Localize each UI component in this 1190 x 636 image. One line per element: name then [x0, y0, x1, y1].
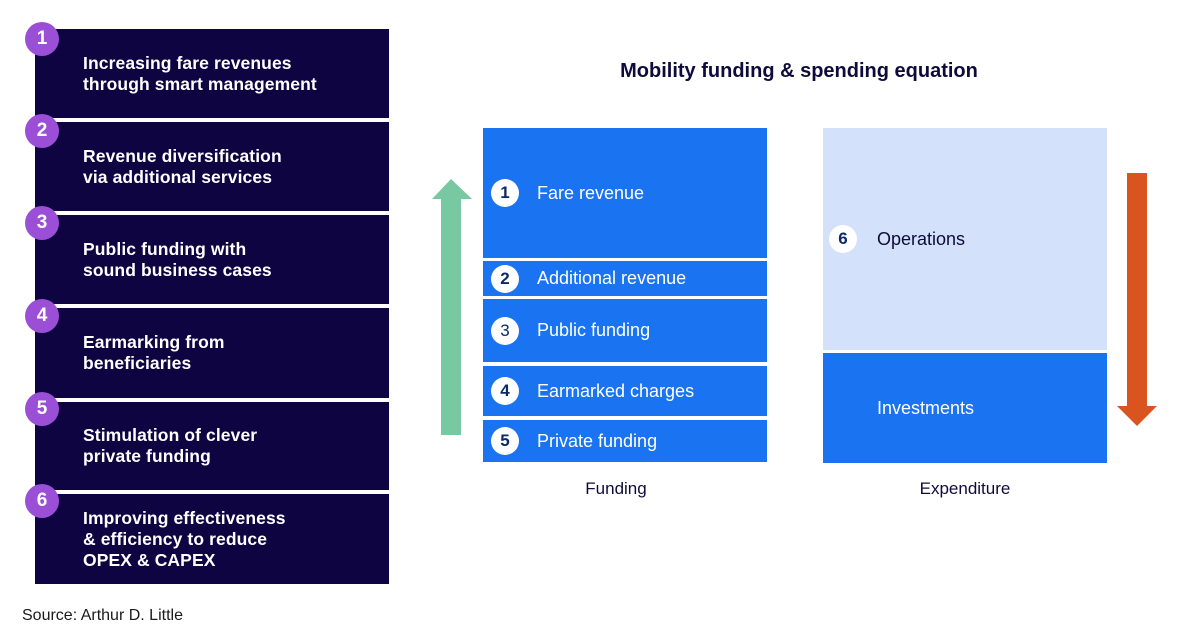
expenditure-label-investments: Investments — [877, 397, 975, 418]
source-note: Source: Arthur D. Little — [22, 607, 183, 624]
down-arrow-icon — [1117, 173, 1157, 426]
funding-label-private-funding: Private funding — [537, 430, 658, 451]
expenditure-label-operations: Operations — [877, 228, 966, 249]
lever-2-badge: 2 — [25, 114, 59, 148]
lever-6: Improving effectiveness & efficiency to … — [35, 494, 389, 584]
funding-number-5: 5 — [491, 427, 519, 455]
funding-number-2: 2 — [491, 264, 519, 293]
funding-caption: Funding — [585, 479, 647, 498]
lever-5: Stimulation of clever private funding — [35, 402, 389, 490]
funding-label-earmarked-charges: Earmarked charges — [537, 380, 695, 401]
lever-1-text: Increasing fare revenues through smart m… — [83, 52, 317, 94]
lever-3-badge: 3 — [25, 206, 59, 240]
expenditure-number-6: 6 — [829, 225, 857, 253]
up-arrow-icon — [432, 179, 472, 435]
lever-3-text: Public funding with sound business cases — [83, 238, 272, 280]
diagram-title: Mobility funding & spending equation — [620, 60, 978, 82]
expenditure-segment-operations: 6 Operations — [823, 128, 1107, 350]
funding-segment-public-funding: 3 Public funding — [483, 299, 767, 362]
lever-5-text: Stimulation of clever private funding — [83, 425, 258, 466]
funding-number-3: 3 — [491, 316, 519, 345]
funding-segment-additional-revenue: 2 Additional revenue — [483, 261, 767, 296]
funding-number-4: 4 — [491, 377, 519, 405]
lever-4: Earmarking from beneficiaries — [35, 308, 389, 398]
lever-6-badge: 6 — [25, 484, 59, 518]
funding-number-1: 1 — [491, 179, 519, 207]
expenditure-caption: Expenditure — [919, 479, 1011, 498]
funding-label-fare-revenue: Fare revenue — [537, 182, 645, 203]
lever-4-text: Earmarking from beneficiaries — [83, 332, 225, 373]
lever-6-text: Improving effectiveness & efficiency to … — [83, 507, 286, 570]
funding-segment-private-funding: 5 Private funding — [483, 420, 767, 462]
funding-segment-earmarked-charges: 4 Earmarked charges — [483, 366, 767, 416]
lever-3: Public funding with sound business cases — [35, 215, 389, 304]
lever-5-badge: 5 — [25, 392, 59, 426]
expenditure-segment-investments: Investments — [823, 353, 1107, 463]
lever-1: Increasing fare revenues through smart m… — [35, 29, 389, 118]
funding-segment-fare-revenue: 1 Fare revenue — [483, 128, 767, 258]
lever-2: Revenue diversification via additional s… — [35, 122, 389, 211]
lever-2-text: Revenue diversification via additional s… — [83, 145, 282, 187]
lever-4-badge: 4 — [25, 299, 59, 333]
funding-label-additional-revenue: Additional revenue — [537, 268, 687, 288]
funding-label-public-funding: Public funding — [537, 320, 651, 340]
lever-1-badge: 1 — [25, 22, 59, 56]
